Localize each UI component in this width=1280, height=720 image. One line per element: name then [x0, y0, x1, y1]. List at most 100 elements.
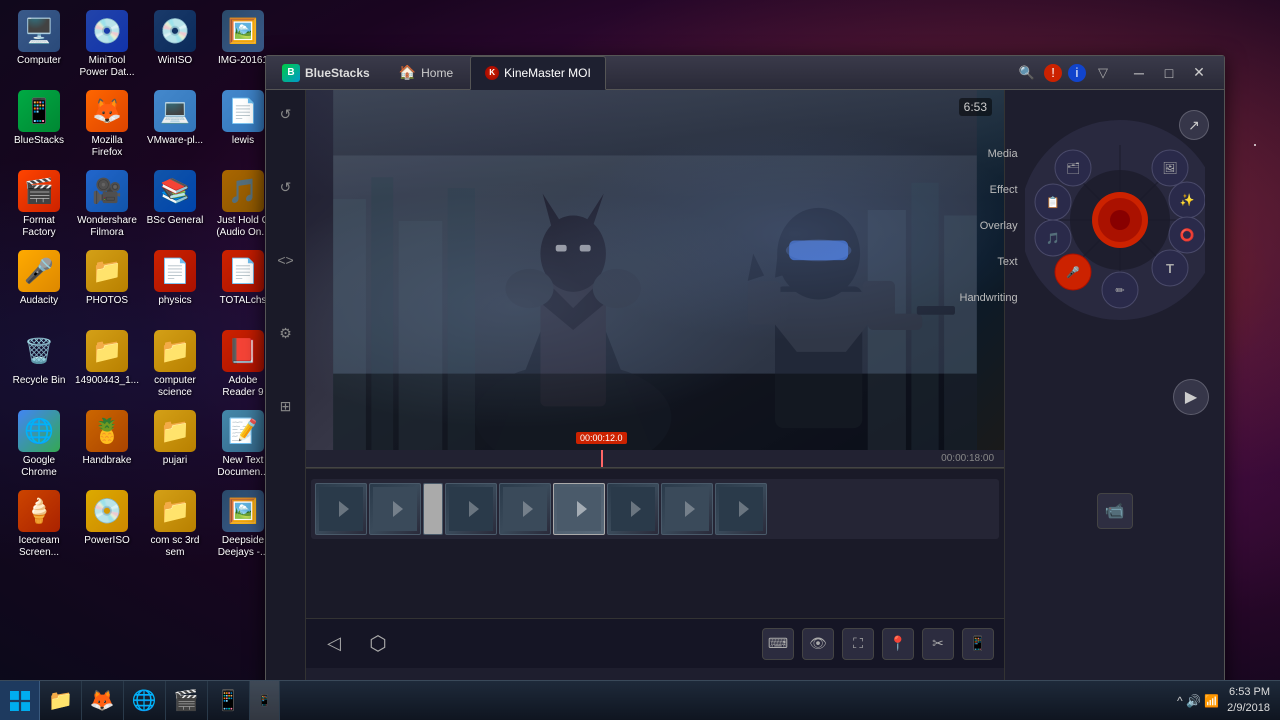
- icon-label-photos: PHOTOS: [86, 295, 128, 307]
- icon-filmora[interactable]: 🎥 Wondershare Filmora: [73, 165, 141, 243]
- clip-thumb-5[interactable]: [553, 483, 605, 535]
- back-nav-button[interactable]: ◁: [316, 626, 352, 662]
- icon-label-computer: Computer: [17, 55, 61, 67]
- sidebar-settings-btn[interactable]: ⚙: [272, 319, 300, 347]
- svg-text:📋: 📋: [1046, 196, 1060, 209]
- close-button[interactable]: ✕: [1186, 62, 1212, 84]
- fullscreen-button[interactable]: ⛶: [842, 628, 874, 660]
- info-tb-icon[interactable]: i: [1068, 64, 1086, 82]
- tab-kinemaster[interactable]: K KineMaster MOI: [470, 56, 606, 90]
- svg-text:🗂: 🗂: [1066, 162, 1080, 175]
- icon-physics[interactable]: 📄 physics: [141, 245, 209, 323]
- system-tray: ^ 🔊 📶 6:53 PM 2/9/2018: [1167, 685, 1280, 716]
- icon-computer[interactable]: 🖥️ Computer: [5, 5, 73, 83]
- taskbar-file-explorer[interactable]: 📁: [40, 681, 82, 720]
- svg-text:✨: ✨: [1179, 193, 1194, 207]
- icon-label-recycle-bin: Recycle Bin: [13, 375, 66, 387]
- cut-button[interactable]: ✂: [922, 628, 954, 660]
- sidebar-refresh-btn[interactable]: ↺: [272, 100, 300, 128]
- taskbar-firefox[interactable]: 🦊: [82, 681, 124, 720]
- location-button[interactable]: 📍: [882, 628, 914, 660]
- clip-thumb-1[interactable]: [315, 483, 367, 535]
- icon-format-factory[interactable]: 🎬 Format Factory: [5, 165, 73, 243]
- bluestacks-logo: B BlueStacks: [274, 64, 378, 82]
- taskbar-items: 📁 🦊 🌐 🎬 📱 📱: [40, 681, 1167, 720]
- desktop: 🖥️ Computer 💿 MiniTool Power Dat... 💿 Wi…: [0, 0, 1280, 720]
- label-text: Text: [960, 256, 1018, 268]
- icon-recycle-bin[interactable]: 🗑️ Recycle Bin: [5, 325, 73, 403]
- windows-logo-icon: [10, 691, 30, 711]
- icon-photos[interactable]: 📁 PHOTOS: [73, 245, 141, 323]
- keyboard-button[interactable]: ⌨: [762, 628, 794, 660]
- icon-google-chrome[interactable]: 🌐 Google Chrome: [5, 405, 73, 483]
- taskbar-chrome[interactable]: 🌐: [124, 681, 166, 720]
- icon-audacity[interactable]: 🎤 Audacity: [5, 245, 73, 323]
- icon-label-firefox: Mozilla Firefox: [75, 135, 139, 159]
- icon-label-filmora: Wondershare Filmora: [75, 215, 139, 239]
- home-shape-button[interactable]: ⬡: [360, 626, 396, 662]
- minimize-button[interactable]: ─: [1126, 62, 1152, 84]
- icon-minitool[interactable]: 💿 MiniTool Power Dat...: [73, 5, 141, 83]
- tab-home[interactable]: 🏠 Home: [384, 56, 468, 90]
- batman-left-figure: [475, 194, 671, 450]
- icon-handbrake[interactable]: 🍍 Handbrake: [73, 405, 141, 483]
- clip-thumb-4[interactable]: [499, 483, 551, 535]
- icon-label-poweriso: PowerISO: [84, 535, 130, 547]
- taskbar-active-app[interactable]: 📱: [250, 681, 281, 720]
- start-button[interactable]: [0, 681, 40, 720]
- label-media: Media: [960, 148, 1018, 160]
- clip-thumb-2[interactable]: [369, 483, 421, 535]
- km-right-panel: ↗: [1004, 90, 1224, 704]
- icon-bsc[interactable]: 📚 BSc General: [141, 165, 209, 243]
- svg-text:⭕: ⭕: [1179, 228, 1194, 242]
- taskbar-format-factory[interactable]: 🎬: [166, 681, 208, 720]
- icon-label-icecream: Icecream Screen...: [7, 535, 71, 559]
- icon-firefox[interactable]: 🦊 Mozilla Firefox: [73, 85, 141, 163]
- clip-thumb-divider: [423, 483, 443, 535]
- icon-label-computer-science: computer science: [143, 375, 207, 399]
- icon-label-minitool: MiniTool Power Dat...: [75, 55, 139, 79]
- icon-pujari[interactable]: 📁 pujari: [141, 405, 209, 483]
- search-tb-icon[interactable]: 🔍: [1016, 62, 1038, 84]
- titlebar-icons: 🔍 ! i ▽: [1010, 62, 1120, 84]
- icon-label-lewis: lewis: [232, 135, 254, 147]
- notification-tb-icon[interactable]: !: [1044, 64, 1062, 82]
- label-handwriting: Handwriting: [960, 292, 1018, 304]
- window-controls: ─ □ ✕: [1126, 62, 1216, 84]
- maximize-button[interactable]: □: [1156, 62, 1182, 84]
- eye-button[interactable]: 👁: [802, 628, 834, 660]
- clip-thumb-6[interactable]: [607, 483, 659, 535]
- wheel-labels: Media Effect Overlay Text Handwriting: [960, 148, 1018, 304]
- km-wheel: 🖼 ✨ ⭕ T ✏: [1025, 120, 1205, 300]
- clock-date: 2/9/2018: [1227, 701, 1270, 716]
- window-content: ↺ ↺ <> ⚙ ⊞: [266, 90, 1224, 704]
- km-extra-btn[interactable]: 📹: [1097, 493, 1133, 529]
- sidebar-share-btn[interactable]: <>: [272, 246, 300, 274]
- sidebar-layers-btn[interactable]: ⊞: [272, 392, 300, 420]
- svg-text:🖼: 🖼: [1162, 161, 1177, 175]
- sidebar-back-btn[interactable]: ↺: [272, 173, 300, 201]
- icon-icecream[interactable]: 🍦 Icecream Screen...: [5, 485, 73, 563]
- play-button[interactable]: ▶: [1173, 379, 1209, 415]
- dropdown-tb-icon[interactable]: ▽: [1092, 62, 1114, 84]
- km-sidebar: ↺ ↺ <> ⚙ ⊞: [266, 90, 306, 704]
- icon-vmware[interactable]: 💻 VMware-pl...: [141, 85, 209, 163]
- icon-computer-science[interactable]: 📁 computer science: [141, 325, 209, 403]
- clip-thumb-3[interactable]: [445, 483, 497, 535]
- clip-thumb-7[interactable]: [661, 483, 713, 535]
- icon-poweriso[interactable]: 💿 PowerISO: [73, 485, 141, 563]
- icon-winiso[interactable]: 💿 WinISO: [141, 5, 209, 83]
- mobile-button[interactable]: 📱: [962, 628, 994, 660]
- clip-thumb-8[interactable]: [715, 483, 767, 535]
- bs-logo-icon: B: [282, 64, 300, 82]
- tab-home-label: Home: [421, 66, 453, 80]
- km-main: 6:53 00:00:12.0 00:00:18:00: [306, 90, 1004, 704]
- taskbar-bluestacks[interactable]: 📱: [208, 681, 250, 720]
- icon-14900443[interactable]: 📁 14900443_1...: [73, 325, 141, 403]
- icon-bluestacks[interactable]: 📱 BlueStacks: [5, 85, 73, 163]
- icon-label-audacity: Audacity: [20, 295, 58, 307]
- icon-comsc3rd[interactable]: 📁 com sc 3rd sem: [141, 485, 209, 563]
- km-bottom-bar: ◁ ⬡ ⌨ 👁 ⛶ 📍 ✂ 📱: [306, 618, 1004, 668]
- total-time: 00:00:18:00: [941, 453, 994, 464]
- icon-label-bsc: BSc General: [147, 215, 204, 227]
